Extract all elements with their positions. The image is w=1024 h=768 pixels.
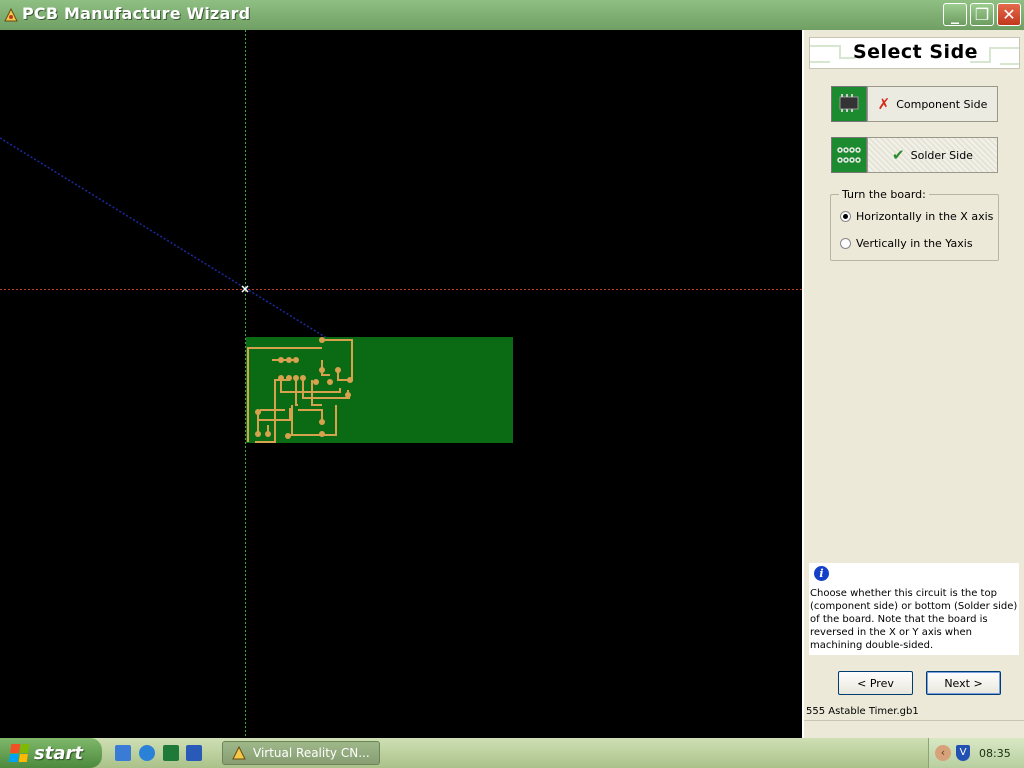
radio-vertical-y[interactable]: Vertically in the Yaxis: [840, 237, 973, 250]
solder-side-label: Solder Side: [910, 148, 973, 162]
radio-horizontal-label: Horizontally in the X axis: [856, 210, 994, 223]
info-box: i Choose whether this circuit is the top…: [809, 563, 1019, 655]
pcb-board: [246, 337, 513, 443]
prev-button[interactable]: < Prev: [838, 671, 913, 695]
status-strip: [804, 720, 1024, 738]
solder-side-thumbnail: [831, 137, 867, 173]
turn-board-legend: Turn the board:: [839, 188, 929, 201]
taskbar: start Virtual Reality CN... ‹ V 08:35: [0, 738, 1024, 768]
file-name-label: 555 Astable Timer.gb1: [806, 706, 919, 717]
system-tray: ‹ V 08:35: [928, 738, 1024, 768]
radio-icon[interactable]: [840, 211, 851, 222]
solder-side-button[interactable]: ✔ Solder Side: [867, 137, 998, 173]
component-side-label: Component Side: [896, 97, 988, 111]
close-button[interactable]: ✕: [997, 3, 1021, 26]
pcb-drawing: [0, 30, 802, 738]
turn-board-group: Turn the board: Horizontally in the X ax…: [830, 188, 999, 261]
app-icon: [232, 745, 246, 760]
window-title: PCB Manufacture Wizard: [22, 4, 251, 23]
app-icon: [4, 7, 18, 22]
internet-explorer-icon[interactable]: [139, 745, 155, 761]
radio-icon[interactable]: [840, 238, 851, 249]
word-icon[interactable]: [186, 745, 202, 761]
cross-icon: ✗: [877, 95, 891, 113]
wizard-panel: Select Side ✗ Component Side ✔ Solder Si…: [802, 30, 1024, 738]
start-label: start: [34, 742, 83, 764]
solder-side-row[interactable]: ✔ Solder Side: [831, 137, 998, 173]
component-side-button[interactable]: ✗ Component Side: [867, 86, 998, 122]
info-text: Choose whether this circuit is the top (…: [810, 588, 1018, 651]
component-side-row[interactable]: ✗ Component Side: [831, 86, 998, 122]
radio-horizontal-x[interactable]: Horizontally in the X axis: [840, 210, 993, 223]
component-side-thumbnail: [831, 86, 867, 122]
panel-title: Select Side: [852, 41, 979, 63]
tool-path-line: [0, 137, 331, 341]
pcb-canvas[interactable]: [0, 30, 802, 738]
title-bar: PCB Manufacture Wizard _ ❐ ✕: [0, 0, 1024, 30]
check-icon: ✔: [892, 146, 905, 164]
start-button[interactable]: start: [0, 738, 102, 768]
radio-vertical-label: Vertically in the Yaxis: [856, 237, 973, 250]
windows-logo-icon: [8, 744, 30, 762]
taskbar-item-virtual-reality[interactable]: Virtual Reality CN...: [222, 741, 380, 765]
minimize-button[interactable]: _: [943, 3, 967, 26]
clock: 08:35: [979, 746, 1011, 760]
maximize-button[interactable]: ❐: [970, 3, 994, 26]
antivirus-shield-icon[interactable]: V: [956, 745, 970, 761]
show-desktop-icon[interactable]: [115, 745, 131, 761]
panel-header: Select Side: [809, 37, 1020, 69]
tray-expand-icon[interactable]: ‹: [935, 745, 951, 761]
taskbar-item-label: Virtual Reality CN...: [253, 746, 370, 760]
excel-icon[interactable]: [163, 745, 179, 761]
next-button[interactable]: Next >: [926, 671, 1001, 695]
info-icon: i: [814, 566, 829, 581]
